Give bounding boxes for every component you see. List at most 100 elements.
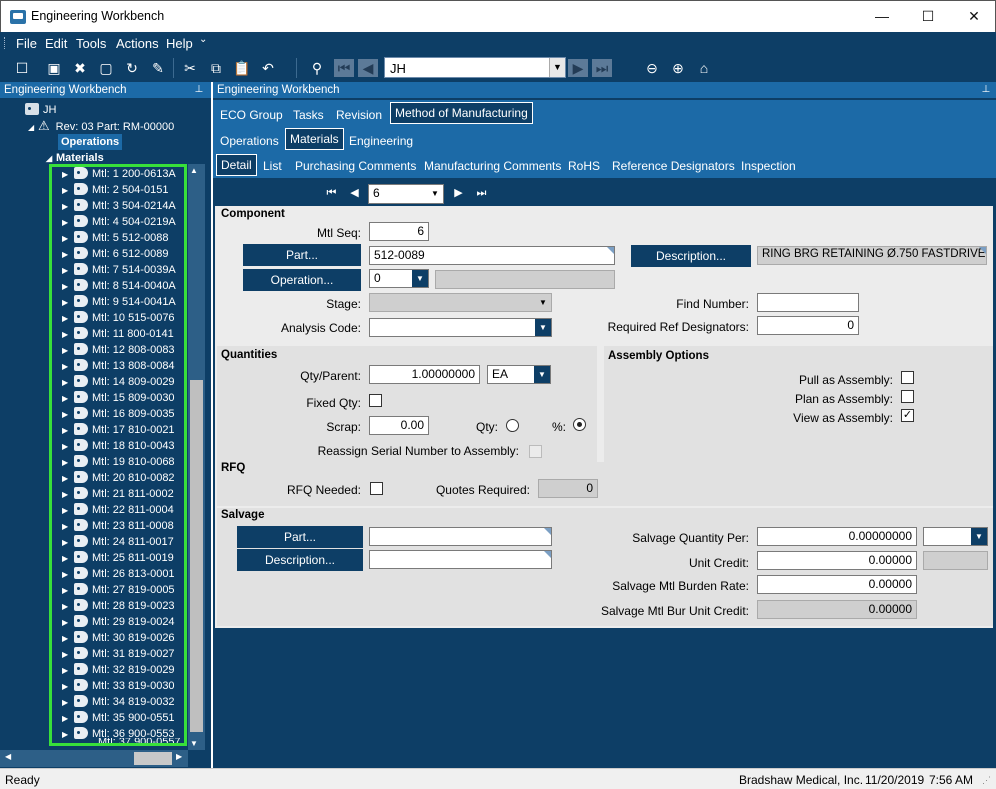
- menu-actions[interactable]: Actions: [116, 36, 159, 51]
- menu-file[interactable]: File: [16, 36, 37, 51]
- tree-vertical-scrollbar[interactable]: ▲ ▼: [188, 164, 205, 750]
- refresh-icon[interactable]: ↻: [122, 59, 142, 77]
- analysis-code-label: Analysis Code:: [280, 321, 361, 335]
- chevron-down-icon[interactable]: ▼: [412, 270, 428, 287]
- uom-select[interactable]: EA ▼: [487, 365, 551, 384]
- tree-horizontal-scrollbar[interactable]: ◀ ▶: [0, 750, 188, 767]
- paste-icon[interactable]: 📋: [232, 59, 252, 77]
- tab-eco-group[interactable]: ECO Group: [216, 104, 287, 126]
- salvage-part-button[interactable]: Part...: [237, 526, 363, 548]
- main-tab-strip: [213, 100, 996, 126]
- part-button[interactable]: Part...: [243, 244, 361, 266]
- clear-brush-icon[interactable]: ✎: [148, 59, 168, 77]
- first-record-button[interactable]: ⏮: [321, 183, 342, 204]
- last-record-icon[interactable]: ⏭: [592, 59, 612, 77]
- unit-credit-label: Unit Credit:: [688, 556, 749, 570]
- new-icon[interactable]: ☐: [12, 59, 32, 77]
- qty-parent-field[interactable]: 1.00000000: [369, 365, 480, 384]
- menu-edit[interactable]: Edit: [45, 36, 67, 51]
- tab-tasks[interactable]: Tasks: [289, 104, 328, 126]
- scroll-thumb[interactable]: [190, 380, 203, 732]
- next-record-icon[interactable]: ▶: [568, 59, 588, 77]
- tab-manufacturing-comments[interactable]: Manufacturing Comments: [424, 155, 561, 177]
- chevron-down-icon[interactable]: ▼: [971, 528, 987, 545]
- status-time: 7:56 AM: [929, 773, 974, 787]
- cut-icon[interactable]: ✂: [180, 59, 200, 77]
- pull-as-assembly-checkbox[interactable]: [901, 371, 914, 384]
- burden-rate-field[interactable]: 0.00000: [757, 575, 917, 594]
- previous-record-button[interactable]: ◀: [344, 183, 365, 204]
- ref-designators-field[interactable]: 0: [757, 316, 859, 335]
- scroll-left-icon[interactable]: ◀: [5, 752, 11, 761]
- tab-engineering[interactable]: Engineering: [345, 130, 417, 152]
- scroll-up-icon[interactable]: ▲: [190, 166, 198, 175]
- menu-overflow-icon[interactable]: ⌄: [199, 34, 207, 45]
- chevron-down-icon[interactable]: ▼: [534, 366, 550, 383]
- unit-credit-field[interactable]: 0.00000: [757, 551, 917, 570]
- description-button[interactable]: Description...: [631, 245, 751, 267]
- tab-method-of-manufacturing[interactable]: Method of Manufacturing: [390, 102, 533, 124]
- tab-inspection[interactable]: Inspection: [741, 155, 796, 177]
- tab-list[interactable]: List: [263, 155, 282, 177]
- tree-operations[interactable]: Operations: [58, 134, 123, 150]
- tree-revision[interactable]: ◢ ⚠ Rev: 03 Part: RM-00000: [28, 118, 174, 134]
- view-as-assembly-checkbox[interactable]: ✓: [901, 409, 914, 422]
- find-number-field[interactable]: [757, 293, 859, 312]
- tab-reference-designators[interactable]: Reference Designators: [612, 155, 735, 177]
- chevron-down-icon[interactable]: ▼: [427, 185, 443, 203]
- clear-icon[interactable]: ▢: [96, 59, 116, 77]
- salvage-part-field[interactable]: [369, 527, 552, 546]
- menu-help[interactable]: Help: [166, 36, 193, 51]
- tab-rohs[interactable]: RoHS: [568, 155, 600, 177]
- plan-as-assembly-checkbox[interactable]: [901, 390, 914, 403]
- tab-purchasing-comments[interactable]: Purchasing Comments: [295, 155, 416, 177]
- back-icon[interactable]: ⊖: [642, 59, 662, 77]
- maximize-button[interactable]: ☐: [905, 1, 951, 32]
- operation-button[interactable]: Operation...: [243, 269, 361, 291]
- undo-icon[interactable]: ↶: [258, 59, 278, 77]
- analysis-code-select[interactable]: ▼: [369, 318, 552, 337]
- tab-detail[interactable]: Detail: [216, 154, 257, 176]
- forward-icon[interactable]: ⊕: [668, 59, 688, 77]
- tab-materials[interactable]: Materials: [285, 128, 344, 150]
- part-field[interactable]: 512-0089: [369, 246, 615, 265]
- record-combo[interactable]: JH ▼: [384, 57, 566, 78]
- salvage-uom-select[interactable]: ▼: [923, 527, 988, 546]
- delete-icon[interactable]: ✖: [70, 59, 90, 77]
- navigator-select[interactable]: 6 ▼: [368, 184, 444, 204]
- next-record-button[interactable]: ▶: [448, 183, 469, 204]
- operation-select[interactable]: 0 ▼: [369, 269, 429, 288]
- tab-revision[interactable]: Revision: [332, 104, 386, 126]
- menu-tools[interactable]: Tools: [76, 36, 106, 51]
- mtl-seq-field[interactable]: 6: [369, 222, 429, 241]
- copy-icon[interactable]: ⧉: [206, 59, 226, 77]
- scroll-right-icon[interactable]: ▶: [176, 752, 182, 761]
- last-record-button[interactable]: ⏭: [471, 183, 492, 204]
- salvage-qty-per-field[interactable]: 0.00000000: [757, 527, 917, 546]
- rfq-needed-checkbox[interactable]: [370, 482, 383, 495]
- pin-icon[interactable]: ⊥: [193, 82, 205, 98]
- rfq-needed-label: RFQ Needed:: [286, 483, 361, 497]
- salvage-description-button[interactable]: Description...: [237, 549, 363, 571]
- scroll-down-icon[interactable]: ▼: [190, 739, 198, 748]
- resize-grip-icon[interactable]: ⋰: [982, 775, 991, 786]
- chevron-down-icon[interactable]: ▼: [535, 319, 551, 336]
- percent-radio[interactable]: [573, 418, 586, 431]
- hscroll-thumb[interactable]: [134, 752, 172, 765]
- home-icon[interactable]: ⌂: [694, 59, 714, 77]
- pin-icon[interactable]: ⊥: [980, 82, 992, 98]
- expand-icon[interactable]: ◢: [28, 120, 38, 136]
- search-icon[interactable]: ⚲: [307, 59, 327, 77]
- minimize-button[interactable]: —: [859, 1, 905, 32]
- chevron-down-icon[interactable]: ▼: [549, 58, 565, 77]
- tab-operations[interactable]: Operations: [216, 130, 283, 152]
- close-button[interactable]: ✕: [951, 1, 996, 32]
- scrap-field[interactable]: 0.00: [369, 416, 429, 435]
- save-icon[interactable]: ▣: [44, 59, 64, 77]
- previous-record-icon[interactable]: ◀: [358, 59, 378, 77]
- fixed-qty-checkbox[interactable]: [369, 394, 382, 407]
- first-record-icon[interactable]: ⏮: [334, 59, 354, 77]
- tree-root[interactable]: JH: [23, 102, 56, 118]
- salvage-description-field[interactable]: [369, 550, 552, 569]
- qty-radio[interactable]: [506, 419, 519, 432]
